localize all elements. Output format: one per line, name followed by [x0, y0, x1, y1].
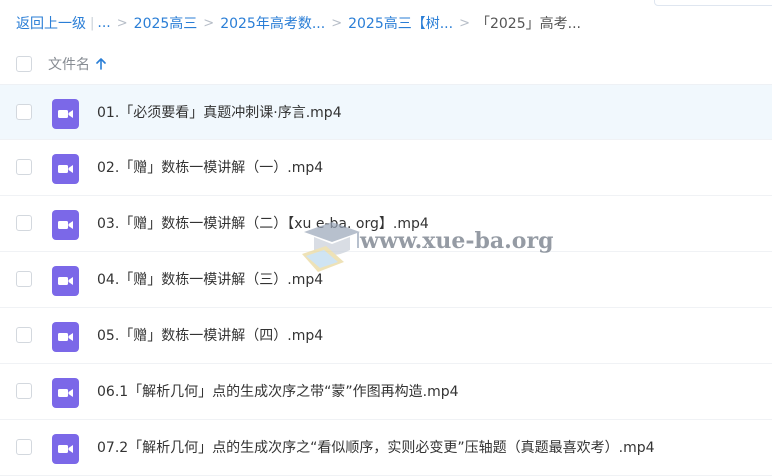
file-name[interactable]: 05.「赠」数栋一模讲解（四）.mp4 — [97, 308, 323, 364]
breadcrumb-separator: > — [116, 15, 128, 31]
file-checkbox[interactable] — [16, 159, 32, 175]
select-all-checkbox[interactable] — [16, 56, 32, 72]
breadcrumb-item-senior-shu[interactable]: 2025高三【树... — [348, 13, 453, 33]
breadcrumb-item-gaokao-math[interactable]: 2025年高考数... — [220, 13, 325, 33]
file-checkbox[interactable] — [16, 439, 32, 455]
file-row[interactable]: 07.2「解析几何」点的生成次序之“看似顺序，实则必变更”压轴题（真题最喜欢考）… — [0, 420, 772, 476]
video-icon — [52, 210, 79, 240]
video-icon — [52, 154, 79, 184]
breadcrumb-separator: > — [459, 15, 470, 31]
file-checkbox[interactable] — [16, 383, 32, 399]
file-row[interactable]: 02.「赠」数栋一模讲解（一）.mp4 — [0, 140, 772, 196]
file-row[interactable]: 01.「必须要看」真题冲刺课·序言.mp4 — [0, 84, 772, 140]
file-list: 01.「必须要看」真题冲刺课·序言.mp4 02.「赠」数栋一模讲解（一）.mp… — [0, 84, 772, 476]
breadcrumb: 返回上一级 | ... > 2025高三 > 2025年高考数... > 202… — [16, 13, 581, 33]
file-name[interactable]: 06.1「解析几何」点的生成次序之带“蒙”作图再构造.mp4 — [97, 364, 459, 420]
file-checkbox[interactable] — [16, 104, 32, 120]
file-row[interactable]: 05.「赠」数栋一模讲解（四）.mp4 — [0, 308, 772, 364]
breadcrumb-item-2025-senior[interactable]: 2025高三 — [134, 13, 198, 33]
video-icon — [52, 99, 79, 129]
file-name[interactable]: 01.「必须要看」真题冲刺课·序言.mp4 — [97, 85, 342, 141]
column-header-filename[interactable]: 文件名 — [48, 54, 106, 74]
file-checkbox[interactable] — [16, 327, 32, 343]
breadcrumb-separator: > — [203, 15, 215, 31]
video-icon — [52, 434, 79, 464]
video-icon — [52, 266, 79, 296]
file-checkbox[interactable] — [16, 215, 32, 231]
breadcrumb-ellipsis[interactable]: ... — [97, 15, 110, 31]
arrow-up-icon — [96, 58, 106, 70]
breadcrumb-separator: > — [331, 15, 343, 31]
file-name[interactable]: 07.2「解析几何」点的生成次序之“看似顺序，实则必变更”压轴题（真题最喜欢考）… — [97, 420, 655, 476]
file-name[interactable]: 04.「赠」数栋一模讲解（三）.mp4 — [97, 252, 323, 308]
file-list-header: 文件名 — [0, 44, 772, 84]
file-checkbox[interactable] — [16, 271, 32, 287]
file-row[interactable]: 03.「赠」数栋一模讲解（二）【xu e-ba. org】.mp4 — [0, 196, 772, 252]
column-header-label: 文件名 — [48, 57, 90, 73]
breadcrumb-current: 「2025」高考... — [475, 16, 581, 32]
video-icon — [52, 322, 79, 352]
file-name[interactable]: 02.「赠」数栋一模讲解（一）.mp4 — [97, 140, 323, 196]
file-name[interactable]: 03.「赠」数栋一模讲解（二）【xu e-ba. org】.mp4 — [97, 196, 429, 252]
video-icon — [52, 378, 79, 408]
file-row[interactable]: 04.「赠」数栋一模讲解（三）.mp4 — [0, 252, 772, 308]
file-row[interactable]: 06.1「解析几何」点的生成次序之带“蒙”作图再构造.mp4 — [0, 364, 772, 420]
breadcrumb-pipe: | — [90, 15, 95, 31]
top-toolbar-button[interactable] — [654, 0, 772, 6]
back-link[interactable]: 返回上一级 — [16, 13, 86, 33]
